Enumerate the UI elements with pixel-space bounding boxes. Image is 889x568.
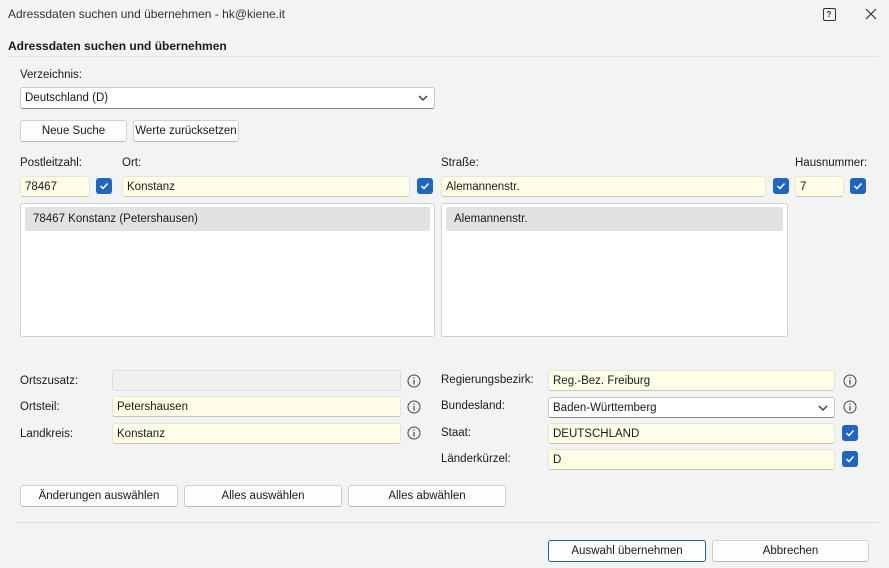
bundesland-label: Bundesland: [441,400,505,412]
checkmark-icon [99,182,109,190]
ort-input[interactable]: Konstanz [122,176,410,197]
chevron-down-icon [418,95,428,101]
bundesland-value: Baden-Württemberg [553,401,657,414]
ort-label: Ort: [122,157,142,169]
hausnummer-checkbox[interactable] [850,178,866,194]
ortsteil-input[interactable]: Petershausen [112,396,401,417]
list-item[interactable]: Alemannenstr. [446,207,783,231]
cancel-button[interactable]: Abbrechen [712,540,869,562]
checkmark-icon [853,182,863,190]
directory-value: Deutschland (D) [25,92,109,104]
staat-checkbox[interactable] [842,425,858,441]
regierungsbezirk-label: Regierungsbezirk: [441,374,534,386]
laenderkuerzel-checkbox[interactable] [842,451,858,467]
strasse-input[interactable]: Alemannenstr. [441,176,766,197]
new-search-button[interactable]: Neue Suche [20,120,127,142]
close-icon [865,8,877,20]
apply-selection-button[interactable]: Auswahl übernehmen [548,540,706,562]
laenderkuerzel-input[interactable]: D [548,449,835,470]
select-all-button[interactable]: Alles auswählen [184,485,342,507]
landkreis-label: Landkreis: [20,428,74,440]
info-icon[interactable] [843,374,857,388]
help-icon: ? [822,7,836,21]
plz-label: Postleitzahl: [20,157,83,169]
reset-values-button[interactable]: Werte zurücksetzen [133,120,239,142]
staat-input[interactable]: DEUTSCHLAND [548,423,835,444]
close-button[interactable] [856,2,886,26]
checkmark-icon [845,429,855,437]
window-title: Adressdaten suchen und übernehmen - hk@k… [8,7,286,21]
info-icon[interactable] [407,426,421,440]
list-item[interactable]: 78467 Konstanz (Petershausen) [25,207,430,231]
hausnummer-label: Hausnummer: [795,157,868,169]
info-icon[interactable] [407,400,421,414]
checkmark-icon [845,455,855,463]
streets-list[interactable]: Alemannenstr. [441,203,788,337]
landkreis-input[interactable]: Konstanz [112,423,401,444]
ortszusatz-input[interactable] [112,370,401,391]
ortszusatz-label: Ortszusatz: [20,375,79,387]
ortsteil-label: Ortsteil: [20,401,60,413]
strasse-checkbox[interactable] [773,178,789,194]
places-list[interactable]: 78467 Konstanz (Petershausen) [20,203,435,337]
deselect-all-button[interactable]: Alles abwählen [348,485,506,507]
checkmark-icon [776,182,786,190]
chevron-down-icon [818,405,828,411]
regierungsbezirk-input[interactable]: Reg.-Bez. Freiburg [548,370,835,391]
header-divider [8,56,879,57]
footer-divider [16,522,879,523]
plz-checkbox[interactable] [96,178,112,194]
select-changes-button[interactable]: Änderungen auswählen [20,485,178,507]
laenderkuerzel-label: Länderkürzel: [441,453,511,465]
ort-checkbox[interactable] [417,178,433,194]
directory-select[interactable]: Deutschland (D) [20,87,435,109]
info-icon[interactable] [407,374,421,388]
strasse-label: Straße: [441,157,479,169]
plz-input[interactable]: 78467 [20,176,90,197]
info-icon[interactable] [843,400,857,414]
staat-label: Staat: [441,427,472,439]
directory-label: Verzeichnis: [20,69,83,81]
checkmark-icon [420,182,430,190]
help-button[interactable]: ? [814,2,844,26]
hausnummer-input[interactable]: 7 [795,176,844,197]
section-title: Adressdaten suchen und übernehmen [8,39,227,53]
bundesland-select[interactable]: Baden-Württemberg [548,397,835,418]
